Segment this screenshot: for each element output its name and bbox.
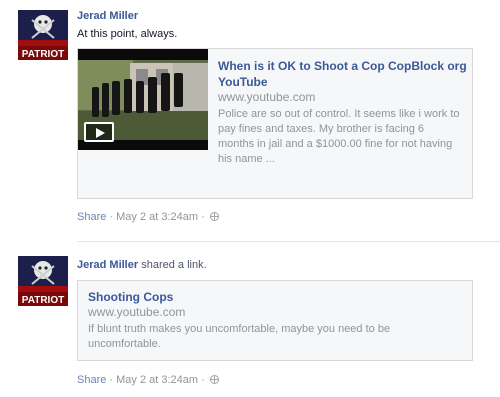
share-link[interactable]: Share <box>77 211 106 223</box>
share-link[interactable]: Share <box>77 374 106 386</box>
story-action-text: shared a link. <box>141 259 207 271</box>
patriot-avatar-image: PATRIOT <box>18 256 68 306</box>
link-domain: www.youtube.com <box>218 90 316 104</box>
story-header: Jerad Miller <box>77 10 138 22</box>
video-thumbnail[interactable] <box>78 49 208 150</box>
link-title[interactable]: Shooting Cops <box>88 289 458 305</box>
meta-separator: · <box>106 211 117 223</box>
meta-separator: · <box>198 211 208 223</box>
timestamp[interactable]: May 2 at 3:24am <box>116 211 198 223</box>
story-meta: Share · May 2 at 3:24am · <box>77 211 219 223</box>
shared-link-card[interactable]: When is it OK to Shoot a Cop CopBlock or… <box>77 48 473 199</box>
globe-icon[interactable] <box>209 375 219 384</box>
play-icon[interactable] <box>84 122 114 142</box>
svg-text:PATRIOT: PATRIOT <box>22 49 64 60</box>
meta-separator: · <box>198 374 208 386</box>
link-description: Police are so out of control. It seems l… <box>218 108 460 165</box>
svg-text:PATRIOT: PATRIOT <box>22 295 64 306</box>
avatar[interactable]: PATRIOT <box>18 10 68 60</box>
link-domain: www.youtube.com <box>88 305 186 319</box>
story-header: Jerad Miller shared a link. <box>77 259 207 271</box>
globe-icon[interactable] <box>209 212 219 221</box>
story-divider <box>77 241 500 242</box>
avatar[interactable]: PATRIOT <box>18 256 68 306</box>
patriot-avatar-image: PATRIOT <box>18 10 68 60</box>
meta-separator: · <box>106 374 117 386</box>
link-title[interactable]: When is it OK to Shoot a Cop CopBlock or… <box>218 58 468 90</box>
shared-link-card[interactable]: Shooting Cops www.youtube.com If blunt t… <box>77 280 473 361</box>
author-link[interactable]: Jerad Miller <box>77 259 138 271</box>
feed-story: PATRIOT Jerad Miller shared a link. Shoo… <box>0 244 500 397</box>
story-meta: Share · May 2 at 3:24am · <box>77 374 219 386</box>
author-link[interactable]: Jerad Miller <box>77 10 138 22</box>
timestamp[interactable]: May 2 at 3:24am <box>116 374 198 386</box>
feed-story: PATRIOT Jerad Miller At this point, alwa… <box>0 0 500 240</box>
post-message: At this point, always. <box>77 28 178 40</box>
link-description: If blunt truth makes you uncomfortable, … <box>88 323 391 350</box>
